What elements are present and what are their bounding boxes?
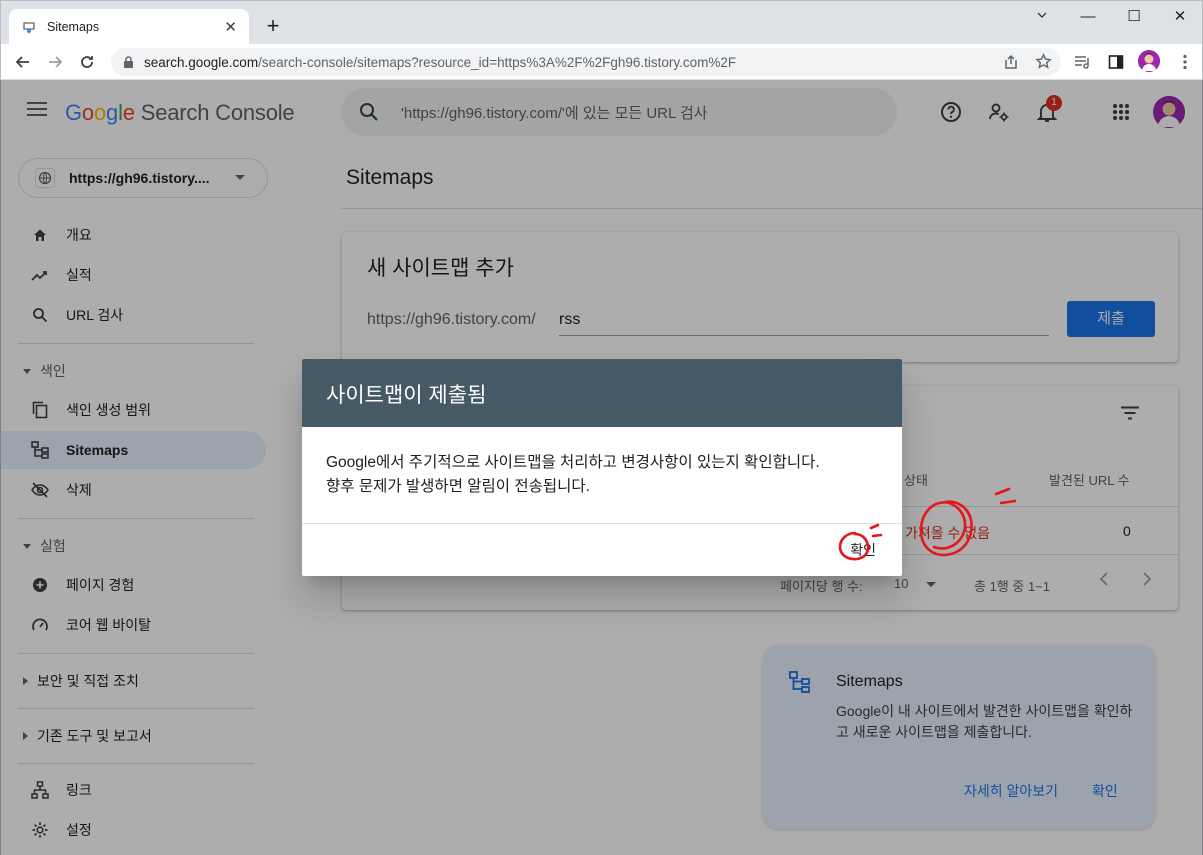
tab-close-icon[interactable]: ✕	[224, 18, 237, 36]
reading-list-icon[interactable]	[1073, 52, 1093, 72]
profile-avatar[interactable]	[1138, 50, 1160, 72]
window-minimize-button[interactable]: —	[1065, 5, 1111, 29]
dialog-ok-button[interactable]: 확인	[850, 540, 876, 560]
dialog-body: Google에서 주기적으로 사이트맵을 처리하고 변경사항이 있는지 확인합니…	[302, 427, 902, 523]
bookmark-star-icon[interactable]	[1035, 53, 1052, 73]
browser-tabstrip: Sitemaps ✕ + — ☐ ✕	[0, 0, 1203, 45]
back-icon[interactable]	[9, 48, 37, 76]
browser-menu-icon[interactable]	[1175, 52, 1195, 72]
sitemap-submitted-dialog: 사이트맵이 제출됨 Google에서 주기적으로 사이트맵을 처리하고 변경사항…	[302, 359, 902, 576]
url-host: search.google.com	[144, 54, 259, 70]
dialog-actions: 확인	[302, 524, 902, 576]
forward-icon[interactable]	[41, 48, 69, 76]
dialog-message-line2: 향후 문제가 발생하면 알림이 전송됩니다.	[326, 478, 590, 495]
reload-icon[interactable]	[73, 48, 101, 76]
minimize-button[interactable]	[1019, 5, 1065, 29]
browser-tab[interactable]: Sitemaps ✕	[9, 9, 249, 45]
dialog-title: 사이트맵이 제출됨	[302, 359, 902, 427]
dialog-message-line1: Google에서 주기적으로 사이트맵을 처리하고 변경사항이 있는지 확인합니…	[326, 454, 820, 471]
window-close-button[interactable]: ✕	[1157, 5, 1203, 29]
url-path: /search-console/sitemaps?resource_id=htt…	[258, 54, 737, 70]
share-icon[interactable]	[1003, 54, 1019, 73]
side-panel-icon[interactable]	[1106, 52, 1126, 72]
lock-icon[interactable]	[123, 55, 134, 69]
window-maximize-button[interactable]: ☐	[1111, 5, 1157, 29]
new-tab-button[interactable]: +	[263, 13, 283, 39]
search-console-favicon-icon	[21, 19, 37, 35]
address-bar[interactable]: search.google.com/search-console/sitemap…	[111, 48, 1061, 76]
tab-title: Sitemaps	[47, 20, 100, 34]
browser-toolbar: search.google.com/search-console/sitemap…	[0, 44, 1203, 80]
